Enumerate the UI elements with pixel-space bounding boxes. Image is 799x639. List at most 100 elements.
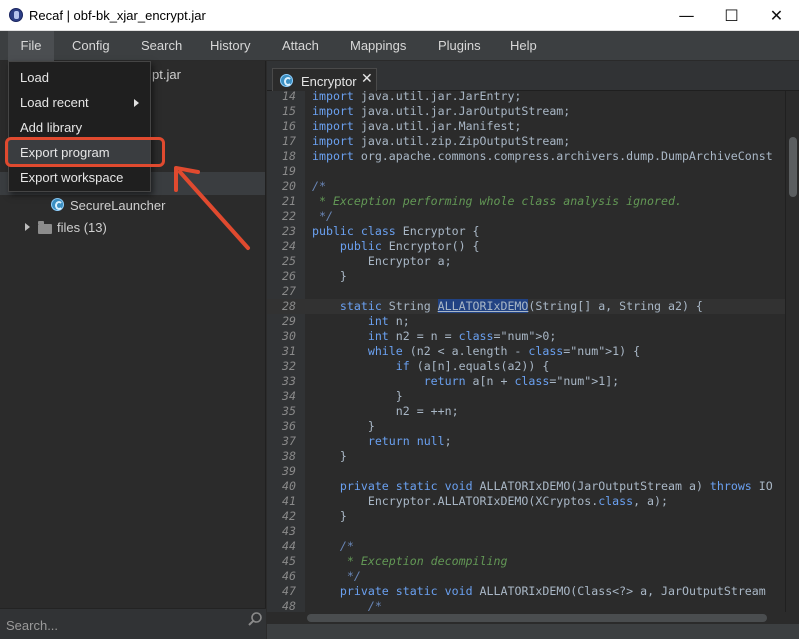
search-input[interactable] (6, 615, 236, 635)
code-text: /* (312, 179, 326, 193)
line-number: 48 (282, 599, 296, 612)
line-number: 46 (282, 569, 296, 583)
line-number: 43 (282, 524, 296, 538)
expand-arrow-icon[interactable] (25, 223, 30, 231)
folder-icon (38, 221, 52, 234)
recaf-app-icon (9, 8, 23, 22)
code-line: 16 import java.util.jar.Manifest; (267, 119, 785, 134)
line-number: 47 (282, 584, 296, 598)
tree-root-jar-label[interactable]: pt.jar (152, 67, 181, 82)
menu-history[interactable]: History (210, 31, 250, 61)
menu-file[interactable]: File (8, 31, 54, 61)
code-line: 23 public class Encryptor { (267, 224, 785, 239)
code-line: 35 n2 = ++n; (267, 404, 785, 419)
line-number: 37 (282, 434, 296, 448)
code-line: 22 */ (267, 209, 785, 224)
menu-attach[interactable]: Attach (282, 31, 319, 61)
code-line: 28 static String ALLATORIxDEMO(String[] … (267, 299, 785, 314)
code-text: Encryptor a; (312, 254, 452, 268)
code-line: 48 /* (267, 599, 785, 612)
line-number: 44 (282, 539, 296, 553)
line-number: 27 (282, 284, 296, 298)
tab-encryptor[interactable]: Encryptor ✕ (272, 68, 377, 92)
code-text: while (n2 < a.length - class="num">1) { (367, 344, 641, 358)
code-line: 29 int n; (267, 314, 785, 329)
code-editor[interactable]: 14 import java.util.jar.JarEntry; 15 import… (267, 91, 785, 612)
code-line: 33 return a[n + class="num">1]; (267, 374, 785, 389)
line-number: 30 (282, 329, 296, 343)
code-text: private static void ALLATORIxDEMO(Class<… (339, 584, 766, 598)
code-line: 25 Encryptor a; (267, 254, 785, 269)
menu-item-load[interactable]: Load (9, 65, 150, 90)
code-text: import java.util.jar.Manifest; (312, 119, 522, 133)
tree-item-files[interactable]: files (13) (57, 220, 107, 235)
code-text: public class Encryptor { (312, 224, 480, 238)
code-text: public Encryptor() { (339, 239, 480, 253)
line-number: 26 (282, 269, 296, 283)
code-line: 32 if (a[n].equals(a2)) { (267, 359, 785, 374)
vertical-scroll-thumb[interactable] (789, 137, 797, 197)
code-line: 20 /* (267, 179, 785, 194)
code-line: 46 */ (267, 569, 785, 584)
horizontal-scrollbar[interactable] (267, 612, 799, 624)
code-text: return null; (367, 434, 452, 448)
code-line: 17 import java.util.zip.ZipOutputStream; (267, 134, 785, 149)
line-number: 35 (282, 404, 296, 418)
tree-item-securelauncher[interactable]: SecureLauncher (70, 198, 165, 213)
horizontal-scroll-thumb[interactable] (307, 614, 767, 622)
line-number: 15 (282, 104, 296, 118)
search-icon[interactable] (247, 611, 263, 627)
code-line: 45 * Exception decompiling (267, 554, 785, 569)
minimize-button[interactable]: — (664, 0, 709, 31)
menu-search[interactable]: Search (141, 31, 182, 61)
code-text: } (312, 449, 347, 463)
line-number: 41 (282, 494, 296, 508)
vertical-scrollbar[interactable] (785, 91, 799, 612)
code-line: 27 (267, 284, 785, 299)
line-number: 42 (282, 509, 296, 523)
code-line: 43 (267, 524, 785, 539)
code-text: import java.util.jar.JarEntry; (312, 91, 522, 103)
line-number: 24 (282, 239, 296, 253)
code-line: 40 private static void ALLATORIxDEMO(Jar… (267, 479, 785, 494)
code-text: private static void ALLATORIxDEMO(JarOut… (339, 479, 773, 493)
editor-bottom-strip (267, 624, 799, 639)
class-icon (280, 74, 293, 87)
menu-bar: File Config Search History Attach Mappin… (0, 31, 799, 61)
code-line: 37 return null; (267, 434, 785, 449)
class-icon (51, 198, 64, 211)
code-line: 21 * Exception performing whole class an… (267, 194, 785, 209)
menu-mappings[interactable]: Mappings (350, 31, 406, 61)
line-number: 19 (282, 164, 296, 178)
code-line: 47 private static void ALLATORIxDEMO(Cla… (267, 584, 785, 599)
code-line: 34 } (267, 389, 785, 404)
code-text: import org.apache.commons.compress.archi… (312, 149, 773, 163)
submenu-arrow-icon (134, 99, 139, 107)
menu-item-load-recent[interactable]: Load recent (9, 90, 150, 115)
menu-item-load-recent-label: Load recent (20, 95, 89, 110)
code-text: import java.util.jar.JarOutputStream; (312, 104, 571, 118)
code-text: */ (312, 569, 361, 583)
code-text: n2 = ++n; (312, 404, 459, 418)
menu-item-export-workspace[interactable]: Export workspace (9, 165, 150, 190)
line-number: 16 (282, 119, 296, 133)
line-number: 28 (282, 299, 296, 313)
code-text: Encryptor.ALLATORIxDEMO(XCryptos.class, … (312, 494, 668, 508)
code-text: /* (312, 599, 382, 612)
close-window-button[interactable]: ✕ (754, 0, 799, 31)
tab-close-icon[interactable]: ✕ (361, 71, 373, 87)
maximize-button[interactable]: ☐ (709, 0, 754, 31)
file-dropdown-menu: Load Load recent Add library Export prog… (8, 61, 151, 192)
code-text: /* (312, 539, 354, 553)
menu-help[interactable]: Help (510, 31, 537, 61)
line-number: 45 (282, 554, 296, 568)
line-number: 22 (282, 209, 296, 223)
line-number: 23 (282, 224, 296, 238)
search-bar (0, 608, 266, 639)
code-line: 24 public Encryptor() { (267, 239, 785, 254)
line-number: 36 (282, 419, 296, 433)
annotation-arrow-icon (174, 166, 250, 250)
menu-config[interactable]: Config (72, 31, 110, 61)
code-text: int n; (367, 314, 410, 328)
menu-plugins[interactable]: Plugins (438, 31, 481, 61)
